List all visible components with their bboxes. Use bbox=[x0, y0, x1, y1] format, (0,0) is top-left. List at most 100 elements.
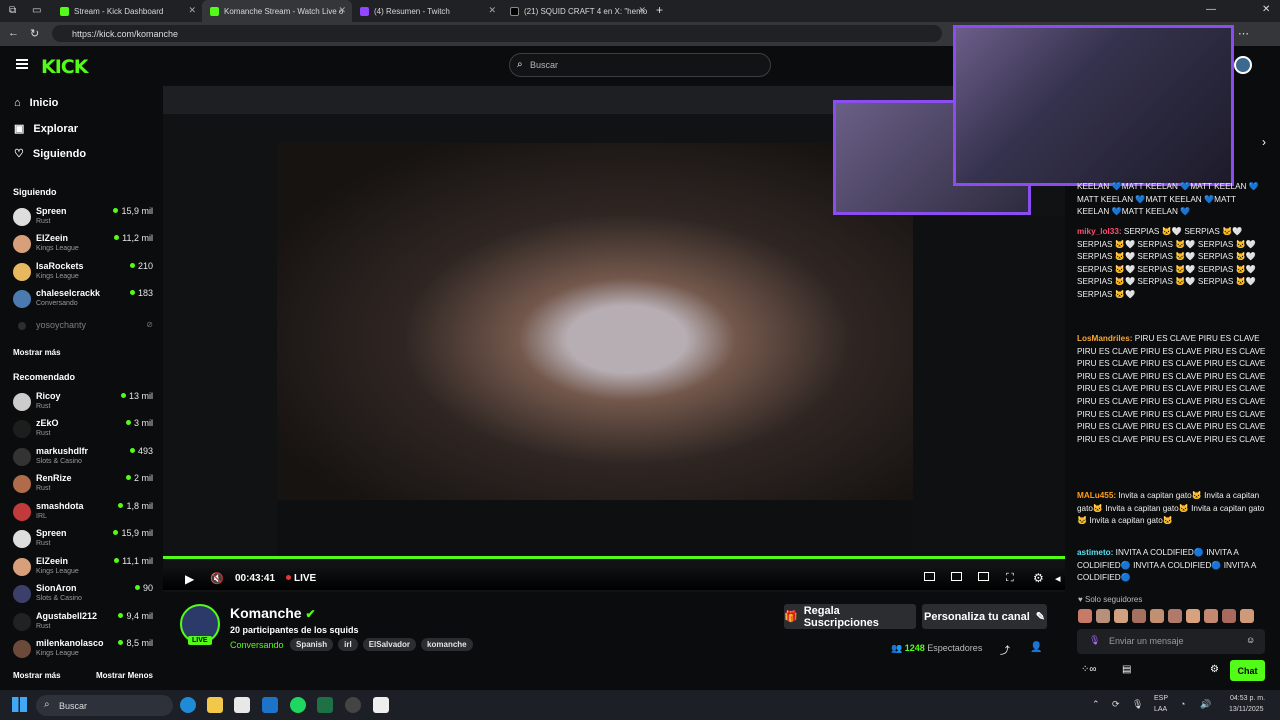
tag[interactable]: irl bbox=[338, 638, 358, 651]
sidebar-channel[interactable]: Agustabell212 Rust 9,4 mil bbox=[13, 611, 153, 635]
send-chat-button[interactable]: Chat bbox=[1230, 660, 1265, 681]
sidebar-channel[interactable]: ElZeein Kings League 11,1 mil bbox=[13, 556, 153, 580]
emote-icon[interactable] bbox=[1150, 609, 1164, 623]
close-window-icon[interactable]: ✕ bbox=[1262, 4, 1270, 15]
sidebar-channel[interactable]: smashdota IRL 1,8 mil bbox=[13, 501, 153, 525]
reload-icon[interactable]: ↻ bbox=[30, 27, 39, 40]
chat-username[interactable]: miky_lol33: bbox=[1077, 227, 1122, 236]
sidebar-channel[interactable]: markushdlfr Slots & Casino 493 bbox=[13, 446, 153, 470]
tab-kick-dashboard[interactable]: Stream - Kick Dashboard ✕ bbox=[52, 0, 202, 22]
chevron-right-icon[interactable]: › bbox=[1262, 135, 1266, 149]
lang-top[interactable]: ESP bbox=[1154, 695, 1168, 702]
emoji-icon[interactable]: ☺ bbox=[1246, 635, 1255, 645]
sidebar-channel[interactable]: zEkO Rust 3 mil bbox=[13, 418, 153, 442]
url-field[interactable]: https://kick.com/komanche bbox=[52, 25, 942, 42]
chat-username[interactable]: MALu455: bbox=[1077, 491, 1116, 500]
clock-date[interactable]: 13/11/2025 bbox=[1229, 706, 1264, 713]
tab-komanche[interactable]: Komanche Stream - Watch Live o ✕ bbox=[202, 0, 352, 22]
obs-icon[interactable] bbox=[373, 697, 389, 713]
wifi-icon[interactable]: ◔ bbox=[1180, 699, 1185, 709]
sidebar-channel[interactable]: SionAron Slots & Casino 90 bbox=[13, 583, 153, 607]
settings-icon[interactable]: ⚙ bbox=[1033, 571, 1044, 585]
back-icon[interactable]: ← bbox=[8, 27, 19, 39]
new-tab-icon[interactable]: + bbox=[656, 3, 663, 17]
channel-name[interactable]: Komanche ✔ bbox=[230, 605, 316, 621]
nav-explorar[interactable]: ▣ Explorar bbox=[14, 122, 78, 136]
mute-icon[interactable]: 🔇 bbox=[210, 572, 224, 585]
emote-icon[interactable] bbox=[1078, 609, 1092, 623]
pip-icon[interactable] bbox=[924, 572, 935, 581]
gift-subs-button[interactable]: 🎁 Regala Suscripciones bbox=[784, 604, 916, 629]
tab-actions-icon[interactable]: ⧉ bbox=[9, 5, 16, 16]
nav-inicio[interactable]: ⌂ Inicio bbox=[14, 97, 58, 109]
show-more-link[interactable]: Mostrar más bbox=[13, 348, 61, 357]
show-more-bottom[interactable]: Mostrar más bbox=[13, 671, 61, 680]
mic-tray-icon[interactable]: 🎙 bbox=[1132, 699, 1143, 710]
volume-tray-icon[interactable]: 🔊 bbox=[1200, 699, 1211, 710]
spotify-icon[interactable] bbox=[290, 697, 306, 713]
lang-bottom[interactable]: LAA bbox=[1154, 706, 1167, 713]
store-app-icon[interactable] bbox=[234, 697, 250, 713]
extensions-icon[interactable]: ⋯ bbox=[1238, 27, 1249, 40]
emote-icon[interactable] bbox=[1186, 609, 1200, 623]
tab-twitch[interactable]: (4) Resumen - Twitch ✕ bbox=[352, 0, 502, 22]
volume-icon[interactable]: ◂ bbox=[1055, 572, 1061, 585]
theater-icon[interactable] bbox=[978, 572, 989, 581]
chat-username[interactable]: astimeto: bbox=[1077, 548, 1113, 557]
stream-category[interactable]: Conversando bbox=[230, 640, 284, 650]
sidebar-toggle-icon[interactable]: ▭ bbox=[32, 5, 41, 16]
sidebar-channel[interactable]: ElZeein Kings League 11,2 mil bbox=[13, 233, 153, 257]
sidebar-channel[interactable]: Spreen Rust 15,9 mil bbox=[13, 206, 153, 230]
profile-icon[interactable]: 👤 bbox=[1030, 642, 1042, 653]
excel-icon[interactable] bbox=[317, 697, 333, 713]
sidebar-channel[interactable]: Ricoy Rust 13 mil bbox=[13, 391, 153, 415]
windows-start-icon[interactable] bbox=[12, 697, 27, 712]
sidebar-channel[interactable]: RenRize Rust 2 mil bbox=[13, 473, 153, 497]
edge-icon[interactable] bbox=[180, 697, 196, 713]
play-icon[interactable]: ▶ bbox=[185, 572, 194, 586]
customize-channel-button[interactable]: Personaliza tu canal ✎ bbox=[922, 604, 1047, 629]
chat-username[interactable]: LosMandriles: bbox=[1077, 334, 1133, 343]
sidebar-channel[interactable]: Spreen Rust 15,9 mil bbox=[13, 528, 153, 552]
clock-time[interactable]: 04:53 p. m. bbox=[1230, 695, 1265, 702]
file-explorer-icon[interactable] bbox=[207, 697, 223, 713]
emote-icon[interactable] bbox=[1222, 609, 1236, 623]
emote-icon[interactable] bbox=[1240, 609, 1254, 623]
kick-logo[interactable]: KICK bbox=[41, 56, 88, 78]
network-icon[interactable]: ⟳ bbox=[1112, 699, 1120, 710]
store-icon[interactable]: ▤ bbox=[1122, 664, 1131, 675]
tag[interactable]: komanche bbox=[421, 638, 473, 651]
show-less-link[interactable]: Mostrar Menos bbox=[96, 671, 153, 680]
tag[interactable]: ElSalvador bbox=[362, 638, 417, 651]
emote-icon[interactable] bbox=[1114, 609, 1128, 623]
close-icon[interactable]: ✕ bbox=[488, 5, 496, 16]
chat-settings-icon[interactable]: ⚙ bbox=[1210, 664, 1219, 675]
taskbar-search[interactable]: ⌕ Buscar bbox=[36, 695, 173, 716]
sidebar-channel[interactable]: chaleselcrackk Conversando 183 bbox=[13, 288, 153, 312]
tray-chevron-icon[interactable]: ⌃ bbox=[1092, 699, 1100, 710]
emote-icon[interactable] bbox=[1168, 609, 1182, 623]
share-icon[interactable]: ⤴ bbox=[1000, 642, 1010, 657]
emote-icon[interactable] bbox=[1096, 609, 1110, 623]
search-input[interactable]: ⌕ Buscar bbox=[509, 53, 771, 77]
clip-icon[interactable] bbox=[951, 572, 962, 581]
sidebar-channel[interactable]: IsaRockets Kings League 210 bbox=[13, 261, 153, 285]
user-avatar[interactable] bbox=[1234, 56, 1252, 74]
fullscreen-icon[interactable]: ⛶ bbox=[1006, 572, 1014, 585]
menu-icon[interactable] bbox=[16, 59, 28, 69]
moderation-icon[interactable]: ⁘∞ bbox=[1081, 664, 1097, 675]
close-icon[interactable]: ✕ bbox=[188, 5, 196, 16]
sidebar-channel-offline[interactable]: yosoychanty ⊘ bbox=[13, 320, 153, 344]
live-progress-bar[interactable] bbox=[163, 556, 1065, 559]
outlook-icon[interactable] bbox=[262, 697, 278, 713]
emote-icon[interactable] bbox=[1132, 609, 1146, 623]
close-icon[interactable]: ✕ bbox=[338, 5, 346, 16]
tag[interactable]: Spanish bbox=[290, 638, 334, 651]
tab-x[interactable]: (21) SQUID CRAFT 4 en X: "hemo ✕ bbox=[502, 0, 652, 22]
close-icon[interactable]: ✕ bbox=[638, 5, 646, 16]
sidebar-channel[interactable]: milenkanolasco Kings League 8,5 mil bbox=[13, 638, 153, 662]
emote-icon[interactable] bbox=[1204, 609, 1218, 623]
minimize-icon[interactable]: — bbox=[1206, 4, 1216, 15]
mic-icon[interactable]: 🎙 bbox=[1089, 635, 1100, 646]
chat-input[interactable]: Enviar un mensaje bbox=[1077, 629, 1265, 654]
